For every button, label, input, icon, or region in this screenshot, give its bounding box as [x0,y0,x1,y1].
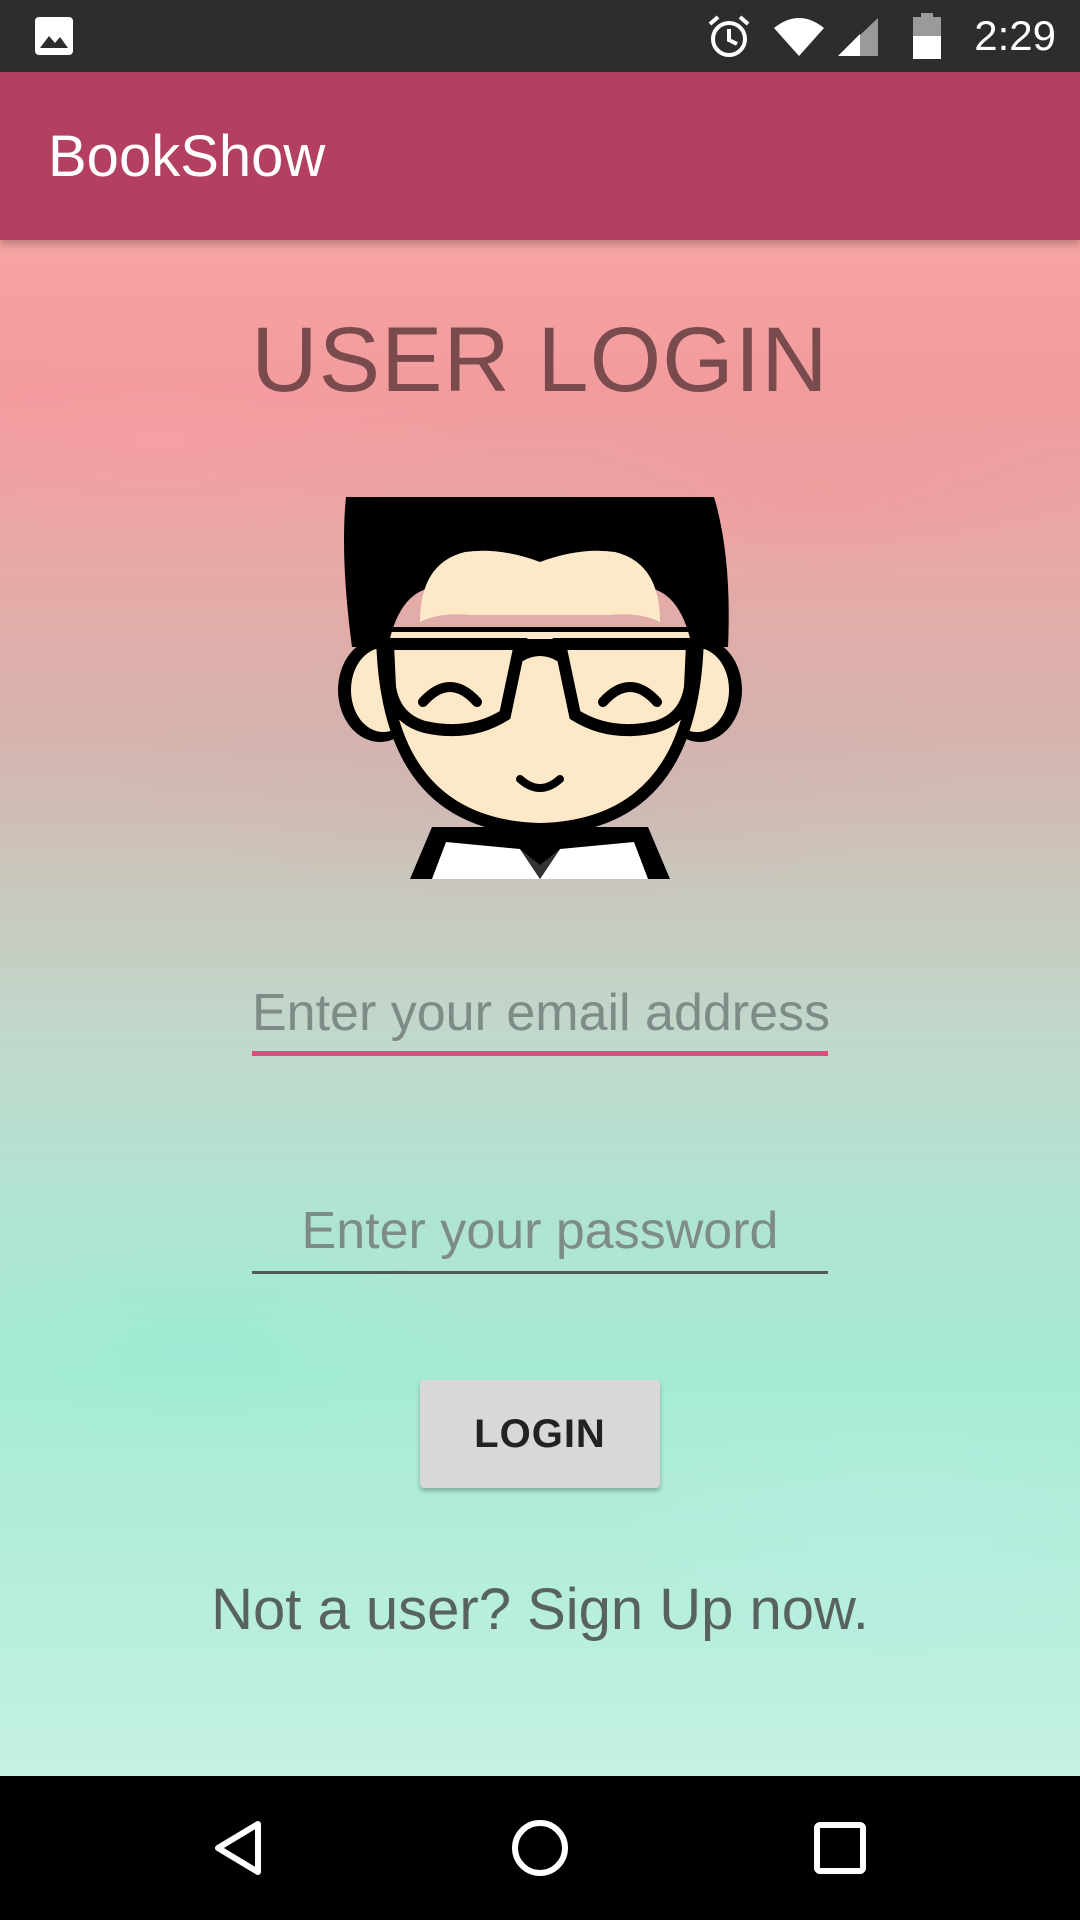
status-bar: 2:29 [0,0,1080,72]
image-icon [35,17,73,55]
wifi-icon [774,18,824,56]
back-icon[interactable] [208,1816,272,1880]
email-field[interactable] [252,976,828,1056]
alarm-icon [708,15,750,57]
recents-icon[interactable] [808,1816,872,1880]
password-underline [252,1271,828,1274]
signal-icon [838,18,878,56]
signup-link[interactable]: Not a user? Sign Up now. [0,1575,1080,1645]
login-button[interactable]: LOGIN [420,1380,660,1488]
navigation-bar [0,1776,1080,1920]
email-underline [252,1051,828,1056]
app-bar: BookShow [0,72,1080,240]
email-input[interactable] [252,976,828,1050]
home-icon[interactable] [508,1816,572,1880]
battery-icon [913,13,941,59]
page-title: USER LOGIN [251,309,829,411]
status-time: 2:29 [974,12,1056,59]
password-input[interactable] [252,1194,828,1268]
avatar-icon [338,497,742,879]
password-field[interactable] [252,1194,828,1274]
app-title: BookShow [48,124,326,189]
